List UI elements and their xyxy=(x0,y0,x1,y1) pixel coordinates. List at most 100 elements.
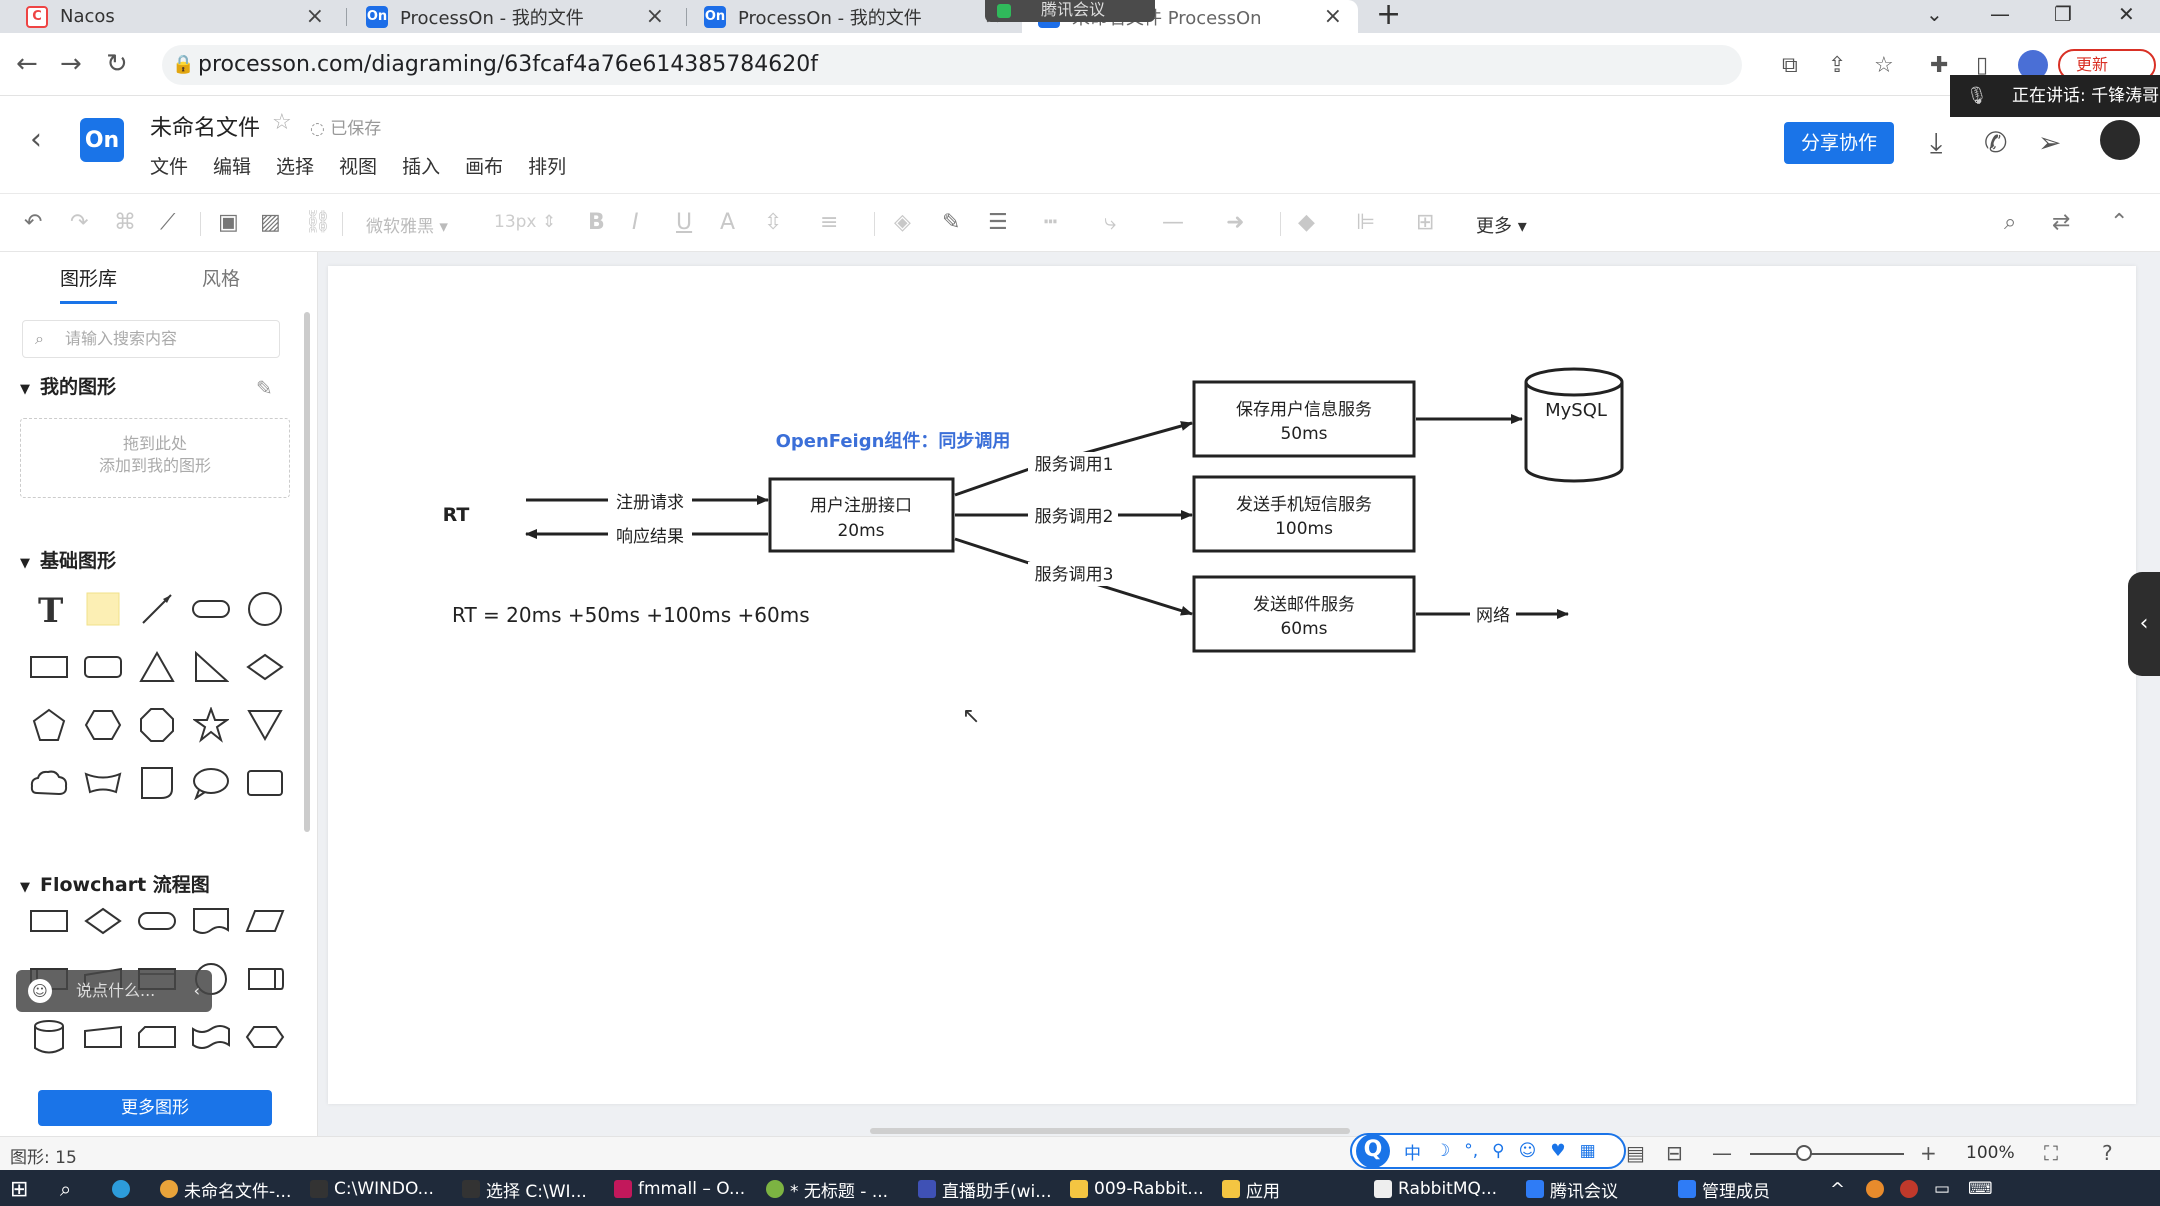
inverted-triangle-shape[interactable] xyxy=(238,706,292,744)
processon-logo[interactable]: On xyxy=(80,118,124,162)
back-icon[interactable]: ← xyxy=(16,49,38,79)
windows-start-icon[interactable]: ⊞ xyxy=(10,1176,28,1202)
format-painter-icon[interactable]: ⌘ xyxy=(114,210,136,235)
document-title[interactable]: 未命名文件 xyxy=(150,110,260,142)
tray-app2-icon[interactable] xyxy=(1900,1176,1924,1202)
decision-shape[interactable] xyxy=(76,902,130,940)
rounded-rect-shape[interactable] xyxy=(184,590,238,628)
line-style-icon[interactable]: ┅ xyxy=(1044,210,1057,235)
restore-icon[interactable]: ❐ xyxy=(2054,2,2072,26)
ime-menu-icon[interactable]: ▦ xyxy=(1580,1141,1596,1161)
text-color-icon[interactable]: A xyxy=(720,210,735,235)
minimize-icon[interactable]: — xyxy=(1990,2,2010,26)
tab-processon-files-1[interactable]: On ProcessOn - 我的文件 × xyxy=(350,0,680,33)
banner-shape[interactable] xyxy=(76,764,130,802)
reload-icon[interactable]: ↻ xyxy=(106,49,128,79)
extensions-icon[interactable]: ✚ xyxy=(1930,53,1948,78)
favorite-star-icon[interactable]: ☆ xyxy=(272,110,292,135)
star-shape[interactable] xyxy=(184,706,238,744)
note-shape[interactable] xyxy=(76,590,130,628)
display-shape[interactable] xyxy=(238,960,292,998)
close-icon[interactable]: × xyxy=(306,4,324,29)
close-icon[interactable]: × xyxy=(1324,4,1342,29)
line-height-icon[interactable]: ⇳ xyxy=(764,210,782,235)
underline-icon[interactable]: U xyxy=(676,210,692,235)
forward-icon[interactable]: → xyxy=(60,49,82,79)
end-arrow-icon[interactable]: ➜ xyxy=(1226,210,1244,235)
font-size-select[interactable]: 13px ⇕ xyxy=(494,212,556,232)
close-icon[interactable]: × xyxy=(646,4,664,29)
taskbar-item-cmd2[interactable]: 选择 C:\WI... xyxy=(462,1176,587,1202)
font-family-select[interactable]: 微软雅黑 ▾ xyxy=(366,212,448,237)
flow-document-shape[interactable] xyxy=(184,902,238,940)
my-shapes-drop-zone[interactable]: 拖到此处 添加到我的图形 xyxy=(20,418,290,498)
edit-icon[interactable]: ✎ xyxy=(256,376,273,400)
share-page-icon[interactable]: ⇪ xyxy=(1828,53,1846,78)
meeting-overlay[interactable]: 腾讯会议 xyxy=(985,0,1155,22)
bookmark-star-icon[interactable]: ☆ xyxy=(1874,53,1894,78)
map-view-icon[interactable]: ⊟ xyxy=(1666,1141,1683,1165)
card-flow-shape[interactable] xyxy=(130,1018,184,1056)
more-shapes-button[interactable]: 更多图形 xyxy=(38,1090,272,1126)
edge-icon[interactable] xyxy=(112,1176,136,1202)
layer-icon[interactable]: ◆ xyxy=(1298,210,1315,235)
italic-icon[interactable]: I xyxy=(632,210,639,235)
mysql-database[interactable] xyxy=(1524,367,1624,483)
tab-nacos[interactable]: C Nacos × xyxy=(10,0,340,33)
network-label[interactable]: 网络 xyxy=(1476,606,1510,626)
request-label[interactable]: 注册请求 xyxy=(616,493,684,513)
canvas-horizontal-scrollbar[interactable] xyxy=(870,1128,1350,1134)
collapse-chat-icon[interactable]: ‹ xyxy=(194,970,200,1012)
clear-format-icon[interactable]: ⟋ xyxy=(160,210,175,235)
taskbar-item-untitled[interactable]: * 无标题 - ... xyxy=(766,1176,888,1202)
taskbar-item-apps-folder[interactable]: 应用 xyxy=(1222,1176,1280,1202)
phone-icon[interactable]: ✆ xyxy=(1984,126,2007,159)
tab-processon-files-2[interactable]: On ProcessOn - 我的文件 × xyxy=(688,0,1018,33)
service-call-1-label[interactable]: 服务调用1 xyxy=(1035,455,1114,475)
tab-search-icon[interactable]: ⌄ xyxy=(1926,2,1943,26)
punched-tape-shape[interactable] xyxy=(184,1018,238,1056)
taskbar-item-folder-rabbit[interactable]: 009-Rabbit... xyxy=(1070,1176,1204,1202)
shape-search-input[interactable]: ⌕ 请输入搜索内容 xyxy=(22,320,280,358)
right-panel-toggle[interactable]: ‹ xyxy=(2128,572,2160,676)
ime-emoji-icon[interactable]: ☺ xyxy=(1519,1141,1537,1161)
send-icon[interactable]: ➢ xyxy=(2038,126,2061,159)
table-icon[interactable]: ⊞ xyxy=(1416,210,1434,235)
taskbar-item-live-assistant[interactable]: 直播助手(wi... xyxy=(918,1176,1051,1202)
ime-moon-icon[interactable]: ☽ xyxy=(1435,1141,1450,1161)
start-arrow-icon[interactable]: — xyxy=(1162,210,1184,235)
fill-color-icon[interactable]: ◈ xyxy=(894,210,911,235)
data-shape[interactable] xyxy=(238,902,292,940)
menu-view[interactable]: 视图 xyxy=(339,152,377,179)
response-label[interactable]: 响应结果 xyxy=(616,527,684,547)
url-field[interactable]: 🔒 processon.com/diagraming/63fcaf4a76e61… xyxy=(162,45,1742,85)
download-icon[interactable]: ⤓ xyxy=(1930,126,1942,160)
connector-type-icon[interactable]: ⤷ xyxy=(1104,210,1116,235)
menu-file[interactable]: 文件 xyxy=(150,152,188,179)
taskbar-item-manage-members[interactable]: 管理成员 xyxy=(1678,1176,1770,1202)
cloud-shape[interactable] xyxy=(22,764,76,802)
line-width-icon[interactable]: ☰ xyxy=(988,210,1008,235)
fullscreen-icon[interactable]: ⛶ xyxy=(2044,1141,2058,1165)
taskbar-item-processon[interactable]: 未命名文件-... xyxy=(160,1176,291,1202)
diamond-shape[interactable] xyxy=(238,648,292,686)
menu-edit[interactable]: 编辑 xyxy=(213,152,251,179)
ime-chinese-mode[interactable]: 中 xyxy=(1404,1139,1421,1164)
chat-input[interactable]: ☺ 说点什么... ‹ xyxy=(16,970,212,1012)
taskbar-item-tencent-meeting[interactable]: 腾讯会议 xyxy=(1526,1176,1618,1202)
diagram-canvas[interactable]: RT 注册请求 响应结果 OpenFeign组件：同步调用 用户注册接口 20m… xyxy=(328,266,2136,1104)
service-call-2-label[interactable]: 服务调用2 xyxy=(1035,507,1114,527)
tray-network-icon[interactable]: ▭ xyxy=(1934,1176,1950,1202)
install-app-icon[interactable]: ⧉ xyxy=(1782,53,1798,78)
speech-bubble-shape[interactable] xyxy=(184,764,238,802)
menu-select[interactable]: 选择 xyxy=(276,152,314,179)
back-icon[interactable]: ‹ xyxy=(30,122,42,157)
rt-formula[interactable]: RT = 20ms +50ms +100ms +60ms xyxy=(452,603,810,627)
rounded-rectangle-shape[interactable] xyxy=(76,648,130,686)
zoom-level[interactable]: 100% xyxy=(1966,1143,2015,1163)
search-replace-icon[interactable]: ⌕ xyxy=(2004,210,2016,235)
help-icon[interactable]: ? xyxy=(2102,1141,2113,1165)
panel-scrollbar[interactable] xyxy=(304,312,310,832)
menu-canvas[interactable]: 画布 xyxy=(465,152,503,179)
ime-punctuation-icon[interactable]: °, xyxy=(1464,1141,1478,1161)
